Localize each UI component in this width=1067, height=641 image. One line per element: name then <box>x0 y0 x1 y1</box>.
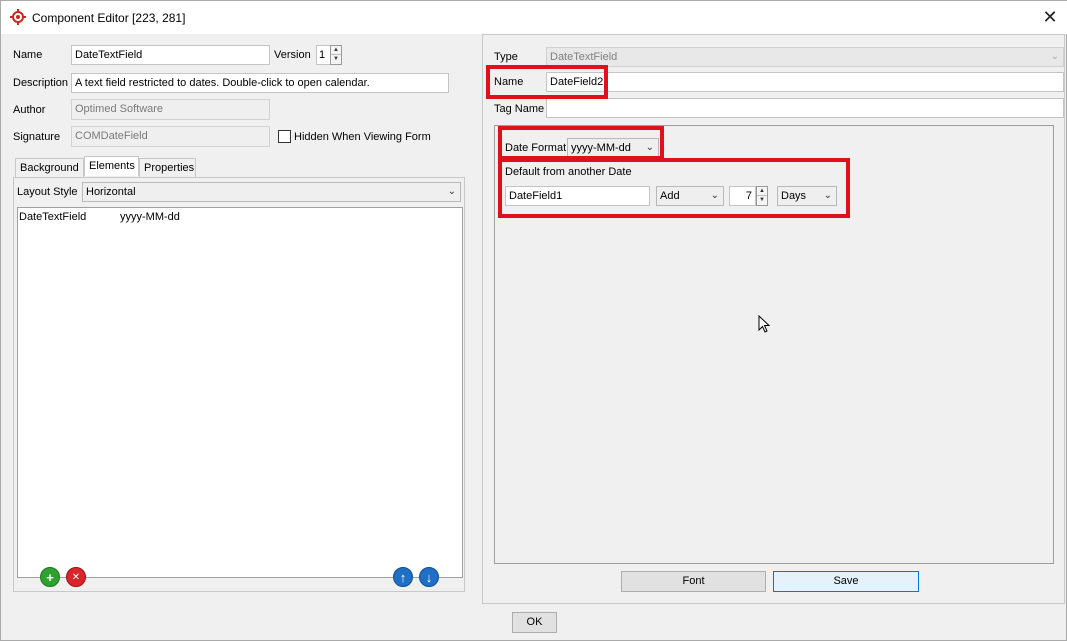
date-amount-stepper[interactable]: ▲ ▼ <box>756 186 768 206</box>
component-editor-window: Component Editor [223, 281] ✕ Name DateT… <box>0 0 1067 641</box>
date-unit-value: Days <box>781 190 807 202</box>
stepper-down-icon[interactable]: ▼ <box>757 196 767 205</box>
type-value: DateTextField <box>550 51 618 63</box>
description-label: Description <box>13 77 69 89</box>
chevron-down-icon: ⌄ <box>645 142 654 153</box>
right-name-label: Name <box>494 76 524 88</box>
hidden-when-viewing-label: Hidden When Viewing Form <box>294 131 431 143</box>
date-format-value: yyyy-MM-dd <box>571 142 631 154</box>
date-format-select[interactable]: yyyy-MM-dd ⌄ <box>567 138 659 158</box>
component-name-field[interactable]: DateTextField <box>71 45 270 65</box>
signature-field: COMDateField <box>71 126 270 147</box>
font-button[interactable]: Font <box>621 571 766 592</box>
tag-name-label: Tag Name <box>494 103 545 115</box>
chevron-down-icon: ⌄ <box>823 190 832 201</box>
date-amount-input[interactable]: 7 <box>729 186 756 206</box>
date-operation-value: Add <box>660 190 680 202</box>
add-icon[interactable]: + <box>40 567 60 587</box>
field-name-input[interactable]: DateField2 <box>546 72 1064 92</box>
version-label: Version <box>274 49 311 61</box>
date-unit-select[interactable]: Days ⌄ <box>777 186 837 206</box>
description-field[interactable]: A text field restricted to dates. Double… <box>71 73 449 93</box>
name-label: Name <box>13 49 43 61</box>
target-gear-icon <box>10 9 26 25</box>
elements-list: DateTextField yyyy-MM-dd <box>17 207 463 578</box>
stepper-up-icon[interactable]: ▲ <box>331 46 341 55</box>
signature-label: Signature <box>13 131 61 143</box>
layout-style-select[interactable]: Horizontal ⌄ <box>82 182 461 202</box>
element-value: yyyy-MM-dd <box>120 211 180 223</box>
close-icon[interactable]: ✕ <box>1039 6 1061 28</box>
layout-style-value: Horizontal <box>86 186 136 198</box>
author-label: Author <box>13 104 46 116</box>
title-bar: Component Editor [223, 281] ✕ <box>1 1 1067 34</box>
window-title: Component Editor [223, 281] <box>32 11 186 25</box>
default-from-date-label: Default from another Date <box>505 166 632 178</box>
author-field: Optimed Software <box>71 99 270 120</box>
element-name: DateTextField <box>19 211 87 223</box>
chevron-down-icon: ⌄ <box>710 190 719 201</box>
layout-style-label: Layout Style <box>17 186 78 198</box>
date-operation-select[interactable]: Add ⌄ <box>656 186 724 206</box>
chevron-down-icon: ⌄ <box>447 186 456 197</box>
tab-properties[interactable]: Properties <box>139 158 196 177</box>
move-up-icon[interactable]: ↑ <box>393 567 413 587</box>
type-select: DateTextField ⌄ <box>546 47 1064 67</box>
date-format-label: Date Format <box>505 142 567 154</box>
hidden-when-viewing-checkbox[interactable] <box>278 130 291 143</box>
list-item[interactable]: DateTextField yyyy-MM-dd <box>18 211 462 227</box>
ok-button[interactable]: OK <box>512 612 557 633</box>
tab-background[interactable]: Background <box>15 158 84 177</box>
stepper-down-icon[interactable]: ▼ <box>331 55 341 64</box>
tag-name-input[interactable] <box>546 98 1064 118</box>
save-button[interactable]: Save <box>773 571 919 592</box>
tab-elements[interactable]: Elements <box>84 156 139 176</box>
move-down-icon[interactable]: ↓ <box>419 567 439 587</box>
type-label: Type <box>494 51 518 63</box>
mouse-cursor-icon <box>758 314 771 337</box>
remove-icon[interactable]: ✕ <box>66 567 86 587</box>
version-stepper[interactable]: ▲ ▼ <box>330 45 342 65</box>
default-date-field-input[interactable]: DateField1 <box>505 186 650 206</box>
stepper-up-icon[interactable]: ▲ <box>757 187 767 196</box>
chevron-down-icon: ⌄ <box>1050 51 1059 62</box>
